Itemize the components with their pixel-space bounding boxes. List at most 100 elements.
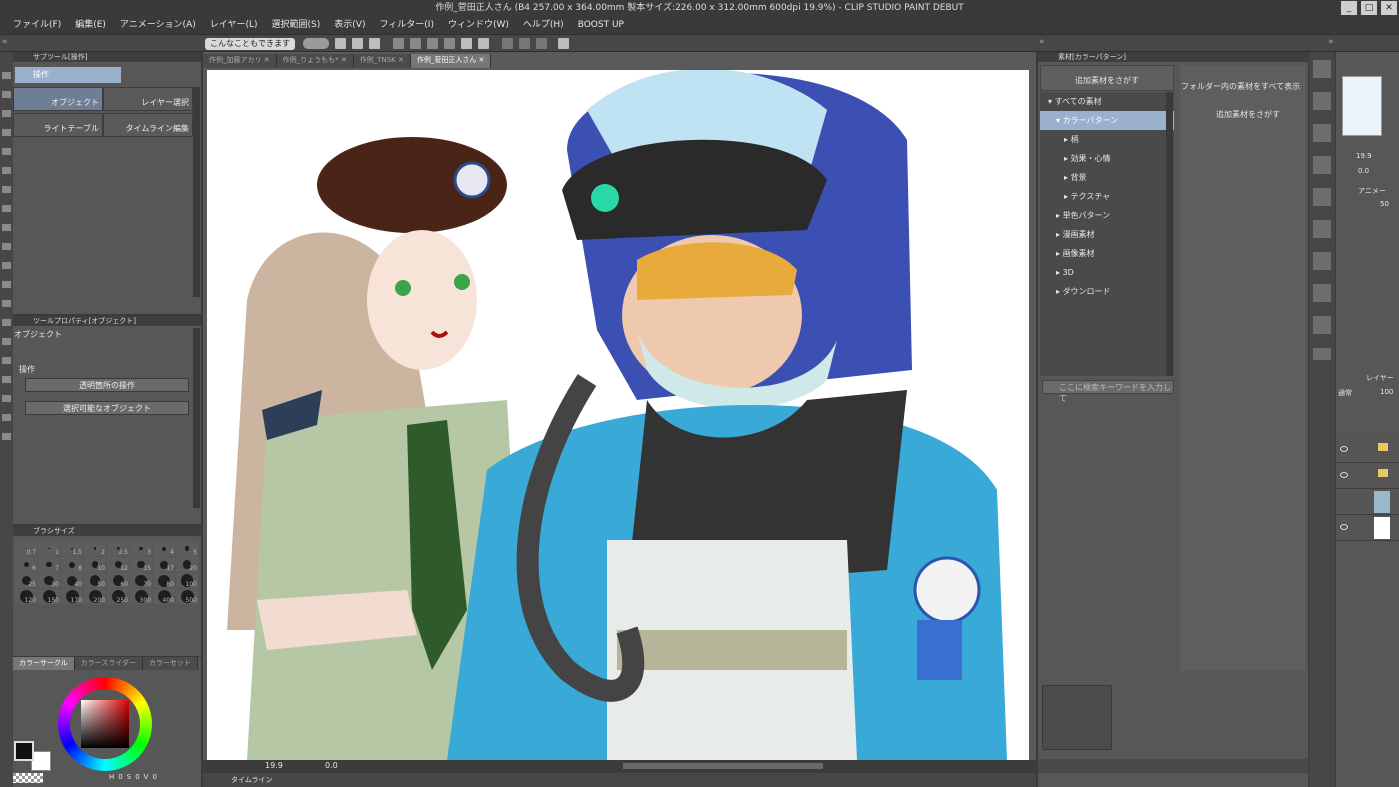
layer-blend-mode[interactable]: 通常 (1338, 388, 1352, 398)
tab-canvas-2[interactable]: 作例_りょうもも* ✕ (276, 54, 354, 68)
menu-animation[interactable]: アニメーション(A) (113, 17, 203, 34)
transform-icon[interactable] (461, 38, 472, 49)
brush-size-cell[interactable]: 8 (61, 557, 83, 572)
layer-row[interactable] (1336, 489, 1399, 515)
brush-size-cell[interactable]: 5 (176, 541, 198, 556)
ruler-snap-icon[interactable] (519, 38, 530, 49)
brush-size-cell[interactable]: 70 (130, 573, 152, 588)
brush-size-cell[interactable]: 40 (61, 573, 83, 588)
material-tree-scrollbar[interactable] (1166, 92, 1173, 376)
expand-right-icon[interactable]: » (1039, 37, 1045, 47)
tab-canvas-4[interactable]: 作例_菅田正人さん ✕ (410, 54, 492, 68)
brush-size-cell[interactable]: 250 (107, 589, 129, 604)
material-tree-item[interactable]: ▸ テクスチャ (1040, 187, 1174, 206)
navigator-thumbnail[interactable] (1342, 76, 1382, 136)
layer-opacity[interactable]: 100 (1380, 388, 1393, 396)
open-file-icon[interactable] (352, 38, 363, 49)
tab-color-set[interactable]: カラーセット (143, 657, 199, 670)
brush-size-cell[interactable]: 1.5 (61, 541, 83, 556)
brush-size-cell[interactable]: 6 (15, 557, 37, 572)
canvas-angle[interactable]: 0.0 (325, 761, 338, 770)
menu-selection[interactable]: 選択範囲(S) (265, 17, 328, 34)
tab-canvas-3[interactable]: 作例_TNSK ✕ (353, 54, 411, 68)
eye-icon[interactable] (1340, 524, 1348, 530)
layer-row[interactable] (1336, 437, 1399, 463)
menu-file[interactable]: ファイル(F) (6, 17, 68, 34)
brush-size-cell[interactable]: 0.7 (15, 541, 37, 556)
main-color-swatch[interactable] (14, 741, 34, 761)
fill-icon[interactable] (444, 38, 455, 49)
brush-size-cell[interactable]: 4 (153, 541, 175, 556)
menu-filter[interactable]: フィルター(I) (372, 17, 441, 34)
eye-icon[interactable] (1340, 472, 1348, 478)
brush-size-cell[interactable]: 2.5 (107, 541, 129, 556)
material-search-input[interactable]: ここに検索キーワードを入力して (1042, 380, 1174, 403)
material-tree-item[interactable]: ▸ 漫画素材 (1040, 225, 1174, 244)
material-tree-item[interactable]: ▸ 柄 (1040, 130, 1174, 149)
selectable-object-dropdown[interactable]: 選択可能なオブジェクト (25, 401, 189, 415)
brush-size-cell[interactable]: 400 (153, 589, 175, 604)
clear-icon[interactable] (427, 38, 438, 49)
brush-size-cell[interactable]: 50 (84, 573, 106, 588)
panel-icons[interactable] (1313, 60, 1331, 360)
find-material-button-2[interactable]: 追加素材をさがす (1216, 109, 1280, 120)
minimize-icon[interactable]: _ (1341, 1, 1357, 15)
brush-size-cell[interactable]: 25 (15, 573, 37, 588)
expand-far-icon[interactable]: » (1328, 37, 1334, 47)
transparent-operation-dropdown[interactable]: 透明箇所の操作 (25, 378, 189, 392)
brush-size-cell[interactable]: 17 (153, 557, 175, 572)
redo-icon[interactable] (410, 38, 421, 49)
timeline-label[interactable]: タイムライン (231, 775, 273, 785)
brush-size-cell[interactable]: 200 (84, 589, 106, 604)
color-wheel[interactable] (58, 677, 152, 771)
menu-help[interactable]: ヘルプ(H) (516, 17, 571, 34)
collapse-left-icon[interactable]: « (2, 37, 8, 47)
menu-edit[interactable]: 編集(E) (68, 17, 113, 34)
material-tree-item[interactable]: ▸ ダウンロード (1040, 282, 1174, 301)
sub-tool-group-operation[interactable]: 操作 (15, 67, 121, 83)
tab-color-slider[interactable]: カラースライダー (74, 657, 144, 670)
layer-row[interactable] (1336, 463, 1399, 489)
brush-size-cell[interactable]: 15 (130, 557, 152, 572)
artwork-canvas[interactable] (207, 70, 1029, 760)
clip-studio-icon[interactable] (303, 38, 329, 49)
brush-size-cell[interactable]: 80 (153, 573, 175, 588)
saturation-value-square[interactable] (81, 700, 129, 748)
brush-size-cell[interactable]: 10 (84, 557, 106, 572)
brush-size-cell[interactable]: 2 (84, 541, 106, 556)
sub-tool-object[interactable]: オブジェクト (13, 87, 103, 111)
tab-canvas-1[interactable]: 作例_加藤アカリ ✕ (203, 54, 277, 68)
brush-size-cell[interactable]: 7 (38, 557, 60, 572)
new-file-icon[interactable] (335, 38, 346, 49)
snap-icon[interactable] (502, 38, 513, 49)
material-tree-item[interactable]: ▸ 効果・心情 (1040, 149, 1174, 168)
navigator-angle[interactable]: 0.0 (1358, 167, 1369, 175)
brush-size-cell[interactable]: 150 (38, 589, 60, 604)
brush-size-cell[interactable]: 1 (38, 541, 60, 556)
selection-icon[interactable] (478, 38, 489, 49)
tool-property-scrollbar[interactable] (193, 328, 200, 508)
material-tree-item[interactable]: ▾ すべての素材 (1040, 92, 1174, 111)
brush-size-cell[interactable]: 20 (176, 557, 198, 572)
sub-tool-timeline-edit[interactable]: タイムライン編集 (103, 113, 193, 137)
canvas-zoom[interactable]: 19.9 (265, 761, 283, 770)
animation-opacity[interactable]: 50 (1380, 200, 1389, 208)
maximize-icon[interactable]: □ (1361, 1, 1377, 15)
menu-layer[interactable]: レイヤー(L) (203, 17, 265, 34)
tab-color-circle[interactable]: カラーサークル (13, 657, 75, 670)
menu-boost-up[interactable]: BOOST UP (571, 17, 631, 34)
brush-size-cell[interactable]: 500 (176, 589, 198, 604)
material-tree-item[interactable]: ▸ 背景 (1040, 168, 1174, 187)
save-icon[interactable] (369, 38, 380, 49)
sub-tool-scrollbar[interactable] (193, 87, 200, 297)
menu-window[interactable]: ウィンドウ(W) (441, 17, 516, 34)
material-tree-item[interactable]: ▸ 単色パターン (1040, 206, 1174, 225)
tool-icons[interactable] (2, 72, 11, 452)
material-tree-item[interactable]: ▸ 3D (1040, 263, 1174, 282)
find-material-button[interactable]: 追加素材をさがす (1040, 65, 1174, 91)
brush-size-cell[interactable]: 3 (130, 541, 152, 556)
eye-icon[interactable] (1340, 446, 1348, 452)
material-tree-item[interactable]: ▸ 画像素材 (1040, 244, 1174, 263)
brush-size-cell[interactable]: 170 (61, 589, 83, 604)
transparent-color-swatch[interactable] (13, 773, 43, 783)
